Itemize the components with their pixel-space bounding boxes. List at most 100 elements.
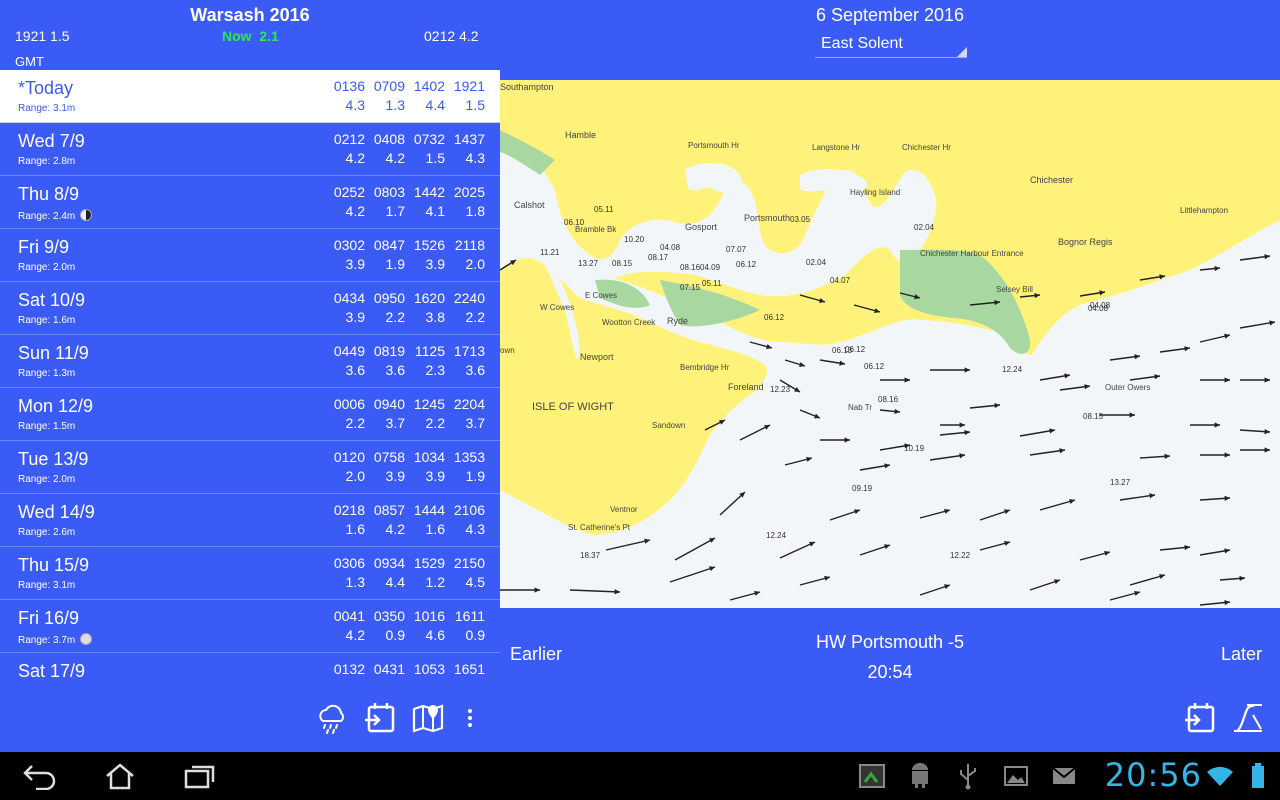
gallery-notification[interactable] xyxy=(996,760,1036,792)
tide-time: 1713 xyxy=(453,343,485,359)
tide-time: 0302 xyxy=(333,237,365,253)
recent-apps-button[interactable] xyxy=(180,760,220,792)
selected-date: 6 September 2016 xyxy=(815,5,965,25)
day-row[interactable]: Wed 14/9 Range: 2.6m 0218 0857 1444 2106 1.6 4.… xyxy=(0,494,500,547)
tidal-rate-label: 04.08 xyxy=(1088,304,1109,313)
map-label-outer-owers: Outer Owers xyxy=(1105,383,1150,392)
tidal-rate-label: 08.16 xyxy=(878,395,899,404)
system-navigation-bar: 20:56 xyxy=(0,752,1280,800)
tide-time: 2150 xyxy=(453,555,485,571)
tide-graph-button[interactable] xyxy=(1230,700,1266,736)
day-row[interactable]: Wed 7/9 Range: 2.8m 0212 0408 0732 1437 4.2 4.2… xyxy=(0,123,500,176)
tide-height: 2.2 xyxy=(425,415,445,431)
calendar-button[interactable] xyxy=(362,700,398,736)
tide-range: Range: 2.4m xyxy=(18,209,93,222)
tide-time: 1437 xyxy=(453,131,485,147)
tide-time: 2025 xyxy=(453,184,485,200)
map-button[interactable] xyxy=(410,700,446,736)
weather-button[interactable] xyxy=(314,700,350,736)
tide-times: 0306 0934 1529 2150 1.3 4.4 1.2 4.5 xyxy=(325,555,485,590)
dropdown-caret-icon xyxy=(957,47,967,57)
tide-time: 0950 xyxy=(373,290,405,306)
email-notification[interactable] xyxy=(1044,760,1084,792)
day-name: Wed 7/9 xyxy=(18,131,85,151)
left-toolbar xyxy=(0,690,500,752)
map-label-wootton: Wootton Creek xyxy=(602,318,656,327)
tidal-rate-label: 08.15 xyxy=(612,259,633,268)
usb-notification[interactable] xyxy=(948,760,988,792)
tide-time: 1442 xyxy=(413,184,445,200)
tidal-rate-label: 08.17 xyxy=(648,253,669,262)
day-row[interactable]: Sun 11/9 Range: 1.3m 0449 0819 1125 1713 3.6 3.… xyxy=(0,335,500,388)
new-moon-icon xyxy=(80,209,93,221)
tide-height: 1.9 xyxy=(385,256,405,272)
previous-tide: 1921 1.5 xyxy=(15,28,70,44)
tide-time: 0709 xyxy=(373,78,405,94)
day-name: Thu 8/9 xyxy=(18,184,80,204)
tide-time: 0847 xyxy=(373,237,405,253)
tidal-rate-label: 12.23 xyxy=(770,385,791,394)
wifi-icon xyxy=(1207,766,1233,786)
tide-time: 0803 xyxy=(373,184,405,200)
next-tide: 0212 4.2 xyxy=(424,28,479,44)
map-label-chichester-hr: Chichester Hr xyxy=(902,143,951,152)
tide-height: 4.2 xyxy=(345,150,365,166)
day-row[interactable]: Thu 8/9 Range: 2.4m 0252 0803 1442 2025 4.2 1.7… xyxy=(0,176,500,229)
day-name: Wed 14/9 xyxy=(18,502,95,522)
area-dropdown[interactable]: East Solent xyxy=(815,34,967,58)
tide-range: Range: 1.5m xyxy=(18,421,75,432)
map-label-southampton: Southampton xyxy=(500,82,554,92)
overflow-menu-button[interactable] xyxy=(452,700,488,736)
tide-time: 0758 xyxy=(373,449,405,465)
gallery-icon xyxy=(1004,766,1028,786)
tide-times: 0449 0819 1125 1713 3.6 3.6 2.3 3.6 xyxy=(325,343,485,378)
tide-times: 0212 0408 0732 1437 4.2 4.2 1.5 4.3 xyxy=(325,131,485,166)
tide-time: 1125 xyxy=(414,343,445,359)
day-row[interactable]: Fri 16/9 Range: 3.7m 0041 0350 1016 1611 4.2 0.… xyxy=(0,600,500,653)
tide-height: 0.9 xyxy=(385,627,405,643)
map-label-bembridge: Bembridge Hr xyxy=(680,363,730,372)
tide-height: 2.0 xyxy=(465,256,485,272)
day-row[interactable]: Mon 12/9 Range: 1.5m 0006 0940 1245 2204 2.2 3.… xyxy=(0,388,500,441)
tidal-stream-map[interactable]: Southampton Hamble Calshot Gosport Portsmout… xyxy=(500,80,1280,608)
map-label-newport: Newport xyxy=(580,352,614,362)
home-button[interactable] xyxy=(100,760,140,792)
calendar-enter-button[interactable] xyxy=(1182,700,1218,736)
battery-status xyxy=(1238,760,1278,792)
screenshot-notification[interactable] xyxy=(852,760,892,792)
tide-times: 0218 0857 1444 2106 1.6 4.2 1.6 4.3 xyxy=(325,502,485,537)
map-label-portsmouth: Portsmouth xyxy=(744,213,790,223)
map-label-e-cowes: E Cowes xyxy=(585,291,617,300)
full-moon-icon xyxy=(80,633,93,645)
map-label-gosport: Gosport xyxy=(685,222,718,232)
tidal-rate-label: 12.24 xyxy=(766,531,787,540)
map-label-isle-of-wight: ISLE OF WIGHT xyxy=(532,401,614,413)
map-label-nab: Nab Tr xyxy=(848,403,872,412)
debug-notification[interactable] xyxy=(900,760,940,792)
day-row[interactable]: Thu 15/9 Range: 3.1m 0306 0934 1529 2150 1.3 4.… xyxy=(0,547,500,600)
email-icon xyxy=(1052,767,1076,784)
tide-times: 0132 0431 1053 1651 xyxy=(325,661,485,680)
tidal-rate-label: 04.08 xyxy=(660,243,681,252)
tide-time: 0431 xyxy=(373,661,405,677)
home-icon xyxy=(106,763,134,790)
tide-height: 4.2 xyxy=(345,627,365,643)
day-row[interactable]: Sat 17/9 0132 0431 1053 1651 xyxy=(0,653,500,688)
day-row[interactable]: Fri 9/9 Range: 2.0m 0302 0847 1526 2118 3.9 1.9… xyxy=(0,229,500,282)
tide-height: 1.3 xyxy=(345,574,365,590)
map-label-town: own xyxy=(500,346,515,355)
timezone-label: GMT xyxy=(15,54,44,69)
tide-height: 1.8 xyxy=(465,203,485,219)
app-screenshot-icon xyxy=(859,764,885,788)
back-button[interactable] xyxy=(20,760,60,792)
day-row[interactable]: Tue 13/9 Range: 2.0m 0120 0758 1034 1353 2.0 3.… xyxy=(0,441,500,494)
tidal-rate-label: 05.11 xyxy=(702,279,722,288)
day-row[interactable]: *Today Range: 3.1m 0136 0709 1402 1921 4.3 1.3 4… xyxy=(0,70,500,123)
map-label-selsey: Selsey Bill xyxy=(996,285,1033,294)
tidal-rate-label: 03.05 xyxy=(790,215,811,224)
day-name: Fri 9/9 xyxy=(18,237,70,257)
day-list[interactable]: *Today Range: 3.1m 0136 0709 1402 1921 4.3 1.3 4… xyxy=(0,70,500,688)
later-button[interactable]: Later xyxy=(1221,644,1262,665)
day-row[interactable]: Sat 10/9 Range: 1.6m 0434 0950 1620 2240 3.9 2.… xyxy=(0,282,500,335)
tide-height: 3.8 xyxy=(425,309,445,325)
